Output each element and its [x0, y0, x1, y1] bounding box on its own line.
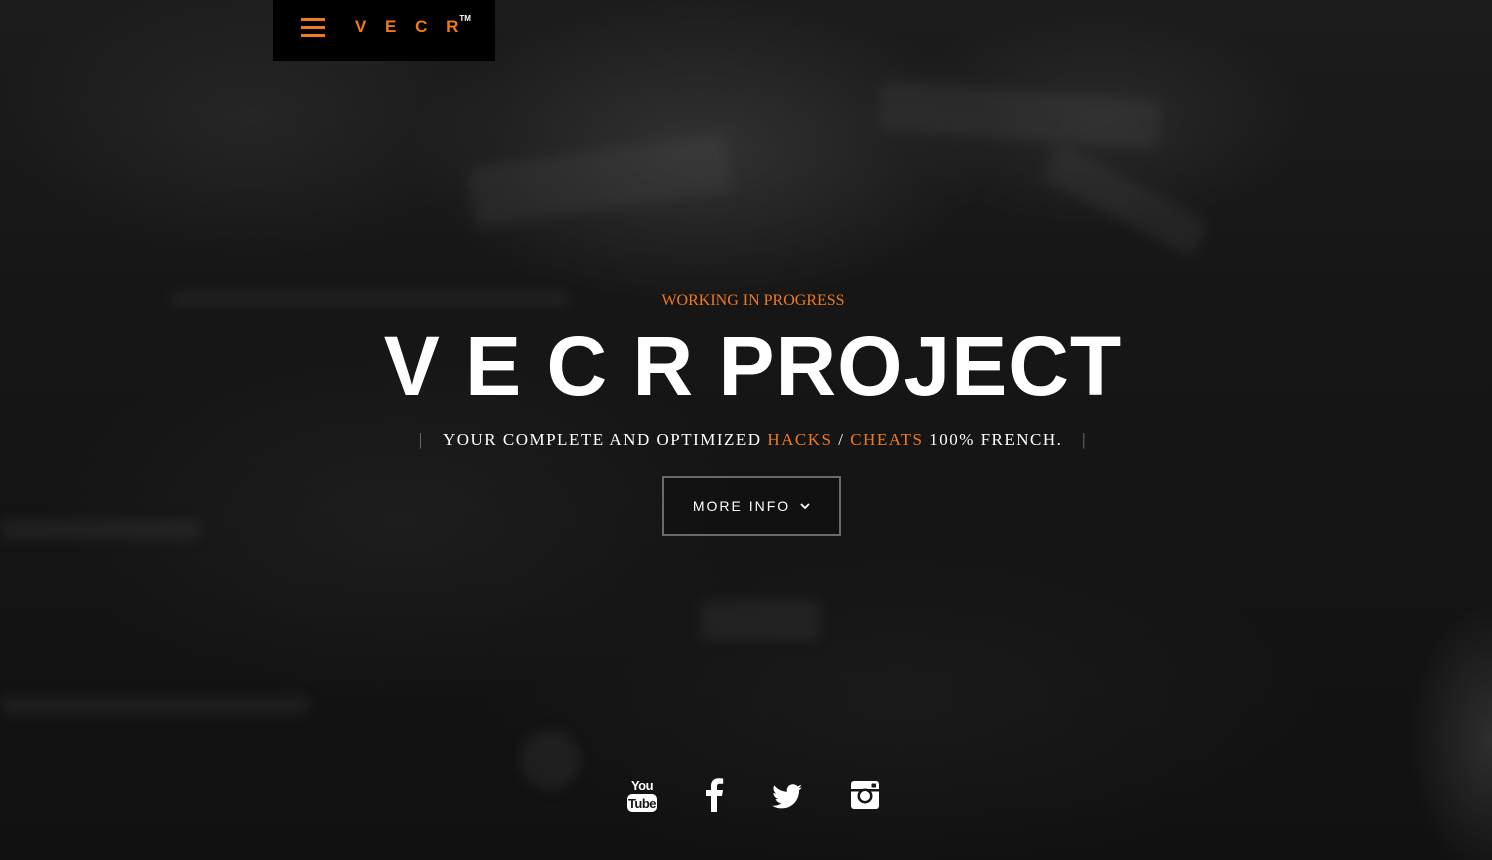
brand-name: V E C R — [355, 17, 466, 36]
hamburger-menu-icon[interactable] — [301, 18, 325, 38]
trademark-mark: TM — [459, 14, 471, 24]
brand-logo[interactable]: V E C RTM — [355, 14, 477, 37]
social-links: You Tube — [0, 776, 1492, 820]
tagline-prefix: YOUR COMPLETE AND OPTIMIZED — [442, 430, 762, 449]
background-blur-shape — [467, 132, 733, 228]
svg-text:Tube: Tube — [628, 796, 656, 811]
background-blur-shape — [0, 696, 310, 714]
chevron-down-icon — [800, 503, 810, 510]
twitter-icon[interactable] — [771, 776, 803, 814]
background-blur-shape — [1040, 142, 1210, 258]
hero-section: WORKING IN PROGRESS V E C R PROJECT | YO… — [0, 292, 1492, 450]
instagram-icon[interactable] — [849, 776, 881, 814]
tagline-divider-left: | — [418, 430, 424, 449]
tagline-divider-right: | — [1082, 430, 1088, 449]
background-blur-shape — [878, 80, 1162, 150]
tagline-slash: / — [838, 430, 845, 449]
more-info-label: MORE INFO — [692, 498, 791, 514]
tagline-hacks: HACKS — [767, 430, 833, 449]
svg-text:You: You — [631, 778, 654, 793]
tagline-suffix: 100% FRENCH. — [929, 430, 1063, 449]
background-blur-shape — [0, 520, 200, 540]
facebook-icon[interactable] — [703, 776, 725, 814]
page-background: V E C RTM WORKING IN PROGRESS V E C R PR… — [0, 0, 1492, 860]
background-blur-shape — [700, 600, 820, 640]
hero-title: V E C R PROJECT — [383, 319, 1123, 413]
hero-tagline: | YOUR COMPLETE AND OPTIMIZED HACKS / CH… — [14, 430, 1492, 450]
more-info-button[interactable]: MORE INFO — [662, 476, 841, 536]
tagline-cheats: CHEATS — [850, 430, 924, 449]
hero-kicker: WORKING IN PROGRESS — [661, 292, 845, 309]
youtube-icon[interactable]: You Tube — [626, 776, 658, 814]
top-navbar: V E C RTM — [273, 0, 495, 61]
